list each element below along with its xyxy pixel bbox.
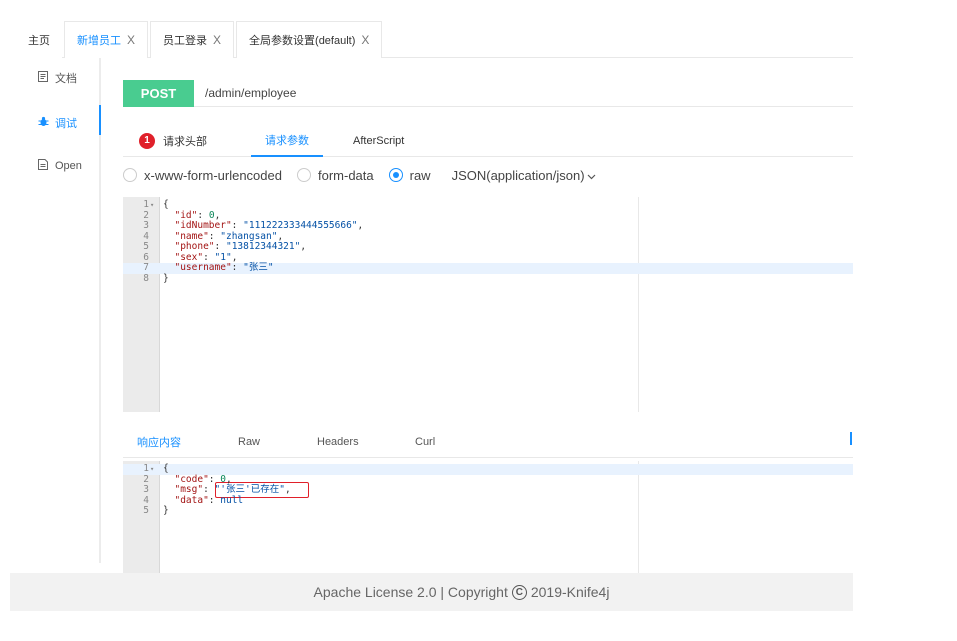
sidebar-item-label: 文档	[55, 73, 77, 85]
tab-after-script[interactable]: AfterScript	[353, 124, 404, 157]
tab-bar: 主页 新增员工 X 员工登录 X 全局参数设置(default) X	[10, 21, 853, 58]
radio-label: x-www-form-urlencoded	[144, 167, 282, 183]
code-line[interactable]: 7 "username": "张三"	[123, 262, 853, 274]
code-text: "data": null	[174, 494, 244, 506]
radio-form-data[interactable]: form-data	[296, 167, 374, 183]
close-icon[interactable]: X	[127, 33, 135, 47]
code-line[interactable]: 4 "data": null	[123, 494, 853, 507]
radio-label: form-data	[317, 167, 374, 183]
code-line[interactable]: 1 ▾{	[123, 463, 853, 475]
active-indicator	[99, 105, 101, 135]
tab-label: 主页	[28, 34, 50, 47]
code-text: "username": "张三"	[174, 262, 274, 273]
tab-employee-login[interactable]: 员工登录 X	[150, 21, 235, 58]
method-badge[interactable]: POST	[123, 79, 194, 107]
code-line[interactable]: 5}	[123, 505, 853, 517]
side-nav: 文档 调试 Open	[10, 58, 101, 563]
tab-label: 员工登录	[163, 35, 208, 47]
footer-license: Apache License 2.0 | Copyright	[313, 584, 508, 600]
sidebar-item-debug[interactable]: 调试	[37, 115, 77, 131]
request-url-bar: POST /admin/employee	[123, 79, 853, 107]
copyright-icon: C	[511, 584, 527, 600]
line-number: 1	[143, 463, 149, 474]
scroll-marker	[850, 432, 852, 445]
count-badge: 1	[139, 132, 155, 149]
line-number: 3	[143, 484, 149, 495]
tab-label: 请求头部	[163, 135, 207, 148]
raw-format-dropdown[interactable]: JSON(application/json)	[452, 168, 596, 183]
tab-global-params[interactable]: 全局参数设置(default) X	[236, 21, 383, 58]
tab-request-params[interactable]: 请求参数	[251, 124, 323, 157]
line-number: 1	[143, 199, 149, 210]
sidebar-item-label: 调试	[55, 118, 77, 130]
radio-label: raw	[409, 167, 431, 183]
tab-label: 新增员工	[77, 35, 121, 47]
sidebar-item-docs[interactable]: 文档	[37, 70, 77, 86]
line-number: 3	[143, 220, 149, 231]
close-icon[interactable]: X	[213, 33, 221, 47]
code-text: }	[163, 505, 169, 516]
tab-response-raw[interactable]: Raw	[238, 426, 260, 458]
code-line[interactable]: 1 ▾{	[123, 199, 853, 211]
raw-format-value: JSON(application/json)	[451, 167, 585, 183]
code-text: }	[163, 272, 169, 284]
open-file-icon	[37, 159, 49, 173]
page-footer: Apache License 2.0 | Copyright C 2019-Kn…	[10, 573, 853, 611]
sidebar-item-open[interactable]: Open	[37, 159, 82, 173]
response-tabs: 响应内容 Raw Headers Curl	[123, 426, 853, 458]
radio-circle[interactable]	[388, 168, 403, 182]
radio-circle[interactable]	[296, 168, 311, 182]
code-line[interactable]: 8}	[123, 272, 853, 285]
sidebar-item-label: Open	[55, 160, 82, 172]
tab-label: 全局参数设置(default)	[249, 35, 356, 47]
tab-response-curl[interactable]: Curl	[415, 426, 435, 458]
radio-raw[interactable]: raw	[388, 167, 431, 183]
fold-arrow-icon[interactable]: ▾	[150, 200, 154, 211]
response-body-editor[interactable]: 1 ▾{2 "code": 0, 3 "msg": "'张三'已存在", 4 "dat…	[123, 461, 853, 573]
radio-urlencoded[interactable]: x-www-form-urlencoded	[123, 168, 282, 183]
tab-request-headers[interactable]: 1 请求头部	[139, 124, 207, 157]
line-number: 5	[143, 241, 149, 252]
tab-label: AfterScript	[353, 134, 405, 147]
request-tabs: 1 请求头部 请求参数 AfterScript	[123, 124, 853, 157]
line-number: 5	[143, 505, 149, 516]
footer-year: 2019-Knife4j	[530, 584, 610, 600]
request-body-editor[interactable]: 1 ▾{2 "id": 0, 3 "idNumber": "111222333444…	[123, 197, 853, 412]
tab-response-headers[interactable]: Headers	[317, 426, 359, 458]
fold-arrow-icon[interactable]: ▾	[150, 464, 154, 475]
close-icon[interactable]: X	[361, 33, 369, 47]
line-number: 8	[143, 272, 149, 284]
debug-icon	[37, 116, 49, 130]
tab-label: 请求参数	[265, 134, 309, 147]
tab-home[interactable]: 主页	[10, 21, 62, 58]
tab-add-employee[interactable]: 新增员工 X	[64, 21, 149, 58]
tab-response-content[interactable]: 响应内容	[137, 426, 181, 458]
line-number: 7	[143, 262, 149, 273]
radio-circle[interactable]	[123, 168, 137, 182]
content-type-selector: x-www-form-urlencoded form-data raw JSON…	[123, 166, 596, 184]
chevron-down-icon	[587, 168, 596, 183]
document-icon	[37, 71, 49, 85]
request-path[interactable]: /admin/employee	[205, 86, 296, 100]
